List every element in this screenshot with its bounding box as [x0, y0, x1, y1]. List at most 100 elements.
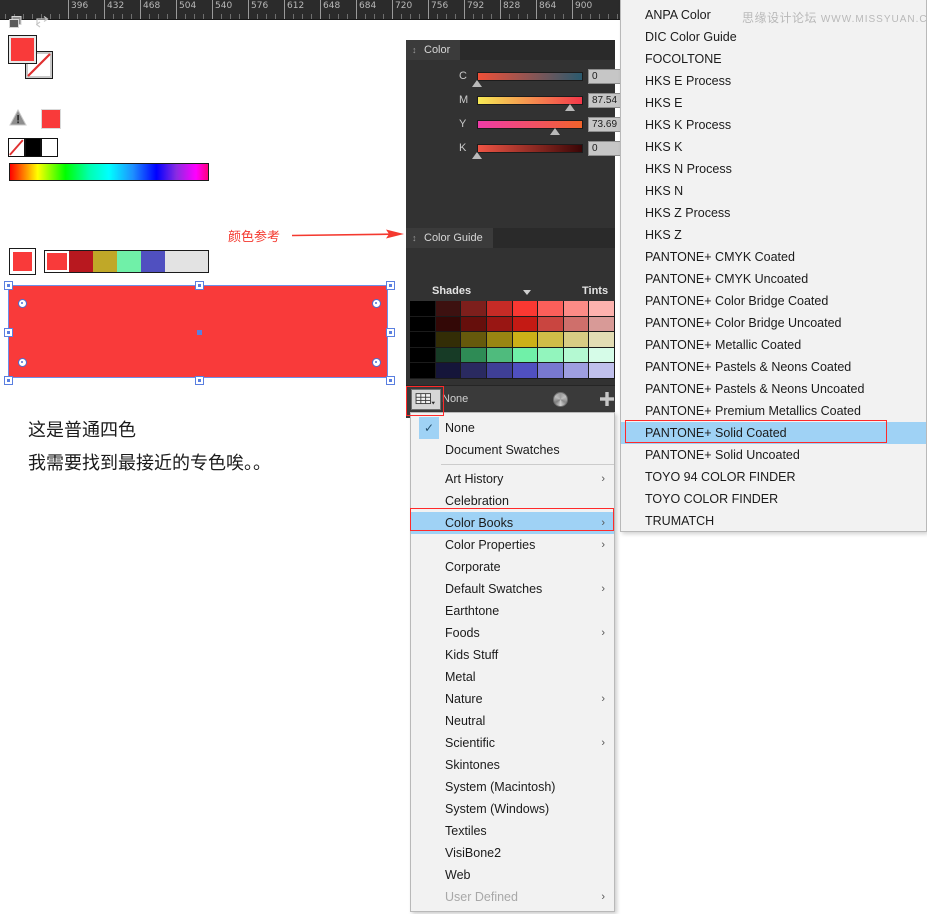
submenu-item-pantone-premium-metallics-coated[interactable]: PANTONE+ Premium Metallics Coated: [621, 400, 926, 422]
menu-item-web[interactable]: Web: [411, 864, 614, 886]
guide-color-cell[interactable]: [512, 332, 539, 348]
guide-color-cell[interactable]: [563, 363, 590, 379]
color-guide-base-color-swatch[interactable]: [9, 248, 36, 275]
none-swatch[interactable]: [8, 138, 25, 157]
submenu-item-hks-e[interactable]: HKS E: [621, 92, 926, 114]
submenu-item-hks-k-process[interactable]: HKS K Process: [621, 114, 926, 136]
guide-color-cell[interactable]: [410, 316, 436, 333]
guide-color-cell[interactable]: [486, 332, 513, 348]
guide-color-cell[interactable]: [538, 332, 564, 348]
menu-item-system-windows[interactable]: System (Windows): [411, 798, 614, 820]
submenu-item-hks-e-process[interactable]: HKS E Process: [621, 70, 926, 92]
submenu-item-pantone-pastels-neons-coated[interactable]: PANTONE+ Pastels & Neons Coated: [621, 356, 926, 378]
harmony-swatch[interactable]: [69, 251, 93, 272]
selection-handle[interactable]: [385, 328, 395, 337]
save-color-group-icon[interactable]: [600, 392, 614, 406]
harmony-swatch[interactable]: [93, 251, 117, 272]
harmony-swatch[interactable]: [117, 251, 141, 272]
in-gamut-color-swatch[interactable]: [41, 109, 61, 129]
color-spectrum-bar[interactable]: [9, 163, 209, 181]
selection-handle[interactable]: [3, 328, 13, 337]
submenu-item-hks-z-process[interactable]: HKS Z Process: [621, 202, 926, 224]
guide-color-cell[interactable]: [512, 301, 539, 317]
harmony-swatch-strip[interactable]: [44, 250, 209, 273]
menu-item-textiles[interactable]: Textiles: [411, 820, 614, 842]
submenu-item-pantone-solid-uncoated[interactable]: PANTONE+ Solid Uncoated: [621, 444, 926, 466]
swatch-libraries-menu[interactable]: ✓ None Document Swatches Art History › Celebr…: [410, 412, 615, 912]
submenu-item-trumatch[interactable]: TRUMATCH: [621, 510, 926, 532]
slider-thumb-m[interactable]: [564, 104, 575, 111]
tab-color-guide[interactable]: ↕ Color Guide: [406, 228, 493, 248]
guide-color-cell[interactable]: [486, 363, 513, 379]
fill-stroke-selector[interactable]: [8, 35, 53, 79]
menu-item-corporate[interactable]: Corporate: [411, 556, 614, 578]
guide-color-cell[interactable]: [461, 363, 487, 379]
submenu-item-pantone-metallic-coated[interactable]: PANTONE+ Metallic Coated: [621, 334, 926, 356]
guide-color-cell[interactable]: [563, 332, 590, 348]
guide-color-cell[interactable]: [589, 332, 615, 348]
harmony-swatch[interactable]: [45, 251, 69, 272]
menu-item-skintones[interactable]: Skintones: [411, 754, 614, 776]
guide-color-cell[interactable]: [435, 363, 462, 379]
menu-item-document-swatches[interactable]: Document Swatches: [411, 439, 614, 461]
corner-radius-widget[interactable]: [17, 357, 27, 367]
guide-color-cell[interactable]: [435, 347, 462, 364]
guide-color-cell[interactable]: [461, 347, 487, 364]
selection-handle[interactable]: [3, 375, 13, 385]
guide-color-cell[interactable]: [410, 301, 436, 317]
submenu-item-hks-n-process[interactable]: HKS N Process: [621, 158, 926, 180]
submenu-item-hks-z[interactable]: HKS Z: [621, 224, 926, 246]
guide-color-cell[interactable]: [461, 332, 487, 348]
submenu-item-hks-k[interactable]: HKS K: [621, 136, 926, 158]
selection-handle[interactable]: [194, 375, 204, 385]
menu-item-foods[interactable]: Foods ›: [411, 622, 614, 644]
menu-item-metal[interactable]: Metal: [411, 666, 614, 688]
corner-radius-widget[interactable]: [17, 298, 27, 308]
edit-colors-wheel-icon[interactable]: [553, 392, 568, 407]
slider-value-k[interactable]: 0: [588, 141, 622, 156]
menu-item-nature[interactable]: Nature ›: [411, 688, 614, 710]
menu-item-visibone2[interactable]: VisiBone2: [411, 842, 614, 864]
harmony-swatch[interactable]: [141, 251, 165, 272]
guide-color-cell[interactable]: [538, 347, 564, 364]
slider-value-m[interactable]: 87.54: [588, 93, 622, 108]
chevron-down-icon[interactable]: [523, 290, 531, 295]
guide-color-cell[interactable]: [435, 301, 462, 317]
tab-color[interactable]: ↕ Color: [406, 40, 461, 60]
slider-track-c[interactable]: [477, 72, 583, 81]
slider-value-c[interactable]: 0: [588, 69, 622, 84]
selection-handle[interactable]: [194, 280, 204, 290]
guide-color-cell[interactable]: [410, 347, 436, 364]
shades-tints-grid[interactable]: [410, 301, 615, 379]
swap-fill-stroke-icon[interactable]: [36, 16, 50, 28]
slider-thumb-k[interactable]: [472, 152, 482, 159]
guide-color-cell[interactable]: [538, 363, 564, 379]
guide-color-cell[interactable]: [589, 363, 615, 379]
guide-color-cell[interactable]: [538, 301, 564, 317]
submenu-item-pantone-color-bridge-uncoated[interactable]: PANTONE+ Color Bridge Uncoated: [621, 312, 926, 334]
slider-track-y[interactable]: [477, 120, 583, 129]
guide-color-cell[interactable]: [435, 332, 462, 348]
selection-handle[interactable]: [385, 280, 395, 290]
guide-color-cell[interactable]: [563, 316, 590, 333]
slider-value-y[interactable]: 73.69: [588, 117, 622, 132]
menu-item-color-books[interactable]: Color Books ›: [411, 512, 614, 534]
guide-color-cell[interactable]: [486, 301, 513, 317]
guide-color-cell[interactable]: [538, 316, 564, 333]
guide-color-cell[interactable]: [563, 347, 590, 364]
out-of-gamut-warning-icon[interactable]: [9, 109, 27, 126]
guide-color-cell[interactable]: [435, 316, 462, 333]
color-mode-icon[interactable]: [9, 16, 23, 29]
guide-color-cell[interactable]: [486, 316, 513, 333]
menu-item-kids-stuff[interactable]: Kids Stuff: [411, 644, 614, 666]
selection-handle[interactable]: [385, 375, 395, 385]
submenu-item-toyo-94-color-finder[interactable]: TOYO 94 COLOR FINDER: [621, 466, 926, 488]
menu-item-earthtone[interactable]: Earthtone: [411, 600, 614, 622]
guide-color-cell[interactable]: [461, 316, 487, 333]
menu-item-scientific[interactable]: Scientific ›: [411, 732, 614, 754]
guide-color-cell[interactable]: [410, 363, 436, 379]
guide-color-cell[interactable]: [512, 347, 539, 364]
selection-handle[interactable]: [3, 280, 13, 290]
guide-color-cell[interactable]: [512, 363, 539, 379]
slider-track-k[interactable]: [477, 144, 583, 153]
